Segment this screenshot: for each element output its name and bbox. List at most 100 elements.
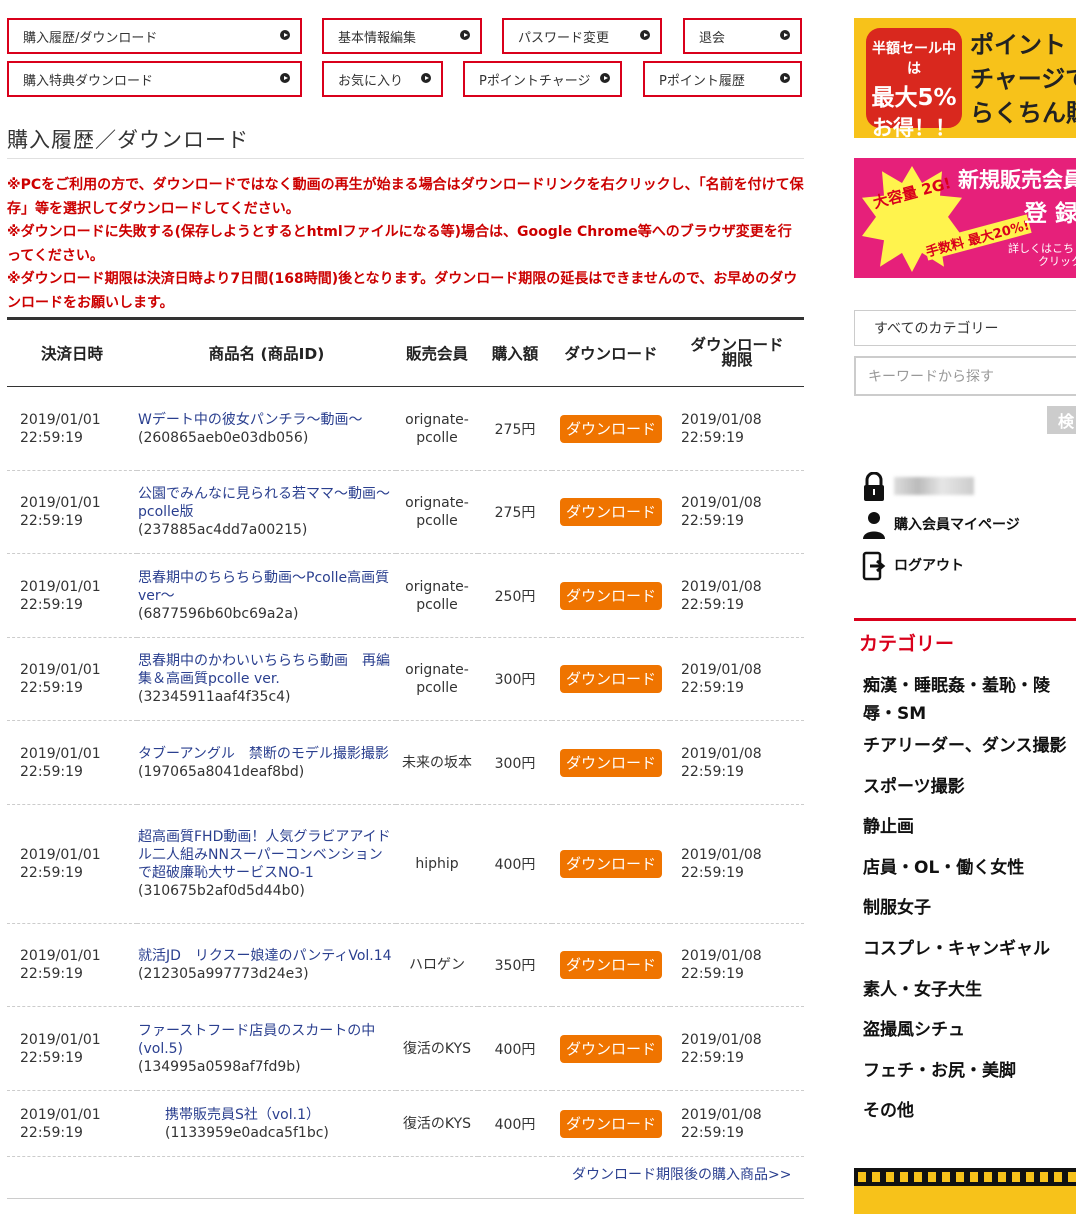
product-link[interactable]: 就活JD リクスー娘達のパンティVol.14	[138, 947, 395, 965]
logout-link[interactable]: ログアウト	[862, 551, 964, 581]
film-hole	[1026, 1172, 1034, 1182]
title-divider	[7, 158, 804, 159]
username-row	[862, 471, 974, 501]
category-item[interactable]: 素人・女子大生	[863, 977, 1076, 1018]
film-hole	[872, 1172, 880, 1182]
download-expiry: 2019/01/08 22:59:19	[670, 720, 804, 805]
download-button[interactable]: ダウンロード	[559, 414, 662, 443]
category-item[interactable]: チアリーダー、ダンス撮影	[863, 733, 1076, 774]
category-item[interactable]: 制服女子	[863, 895, 1076, 936]
header-product: 商品名 (商品ID)	[137, 317, 396, 387]
film-hole	[970, 1172, 978, 1182]
logout-icon	[862, 551, 886, 581]
product-link[interactable]: Wデート中の彼女パンチラ～動画～	[138, 411, 395, 429]
seller-name: 復活のKYS	[396, 1090, 478, 1157]
download-button[interactable]: ダウンロード	[559, 748, 662, 777]
seller-name: hiphip	[396, 804, 478, 924]
notice-block: ※PCをご利用の方で、ダウンロードではなく動画の再生が始まる場合はダウンロードリ…	[7, 174, 804, 315]
product-link[interactable]: ファーストフード店員のスカートの中(vol.5)	[138, 1022, 395, 1058]
notice-browser: ※ダウンロードに失敗する(保存しようとするとhtmlファイルになる等)場合は、G…	[7, 224, 792, 264]
download-expiry: 2019/01/08 22:59:19	[670, 470, 804, 554]
seller-name: 未来の坂本	[396, 720, 478, 805]
category-item[interactable]: 店員・OL・働く女性	[863, 855, 1076, 896]
purchase-date: 2019/01/01 22:59:19	[7, 804, 137, 924]
expired-purchases-link[interactable]: ダウンロード期限後の購入商品>>	[572, 1164, 791, 1184]
search-button[interactable]: 検	[1047, 406, 1076, 434]
seller-registration-banner[interactable]: 大容量 2G! 手数料 最大20%! 新規販売会員 登 録 詳しくはこちらクリッ…	[854, 158, 1076, 278]
nav-bonus-download[interactable]: 購入特典ダウンロード	[7, 61, 302, 97]
product-link[interactable]: 公園でみんなに見られる若ママ～動画～pcolle版	[138, 485, 395, 521]
notice-deadline: ※ダウンロード期限は決済日時より7日間(168時間)後となります。ダウンロード期…	[7, 271, 798, 311]
download-cell: ダウンロード	[552, 923, 670, 1007]
download-button[interactable]: ダウンロード	[559, 581, 662, 610]
arrow-right-icon	[640, 30, 650, 40]
product-link[interactable]: 思春期中のかわいいちらちら動画 再編集＆高画質pcolle ver.	[138, 652, 395, 688]
nav-edit-profile[interactable]: 基本情報編集	[322, 18, 482, 54]
username-blurred	[894, 477, 974, 495]
product-cell: 公園でみんなに見られる若ママ～動画～pcolle版 (237885ac4dd7a0…	[137, 470, 396, 554]
footer-divider	[7, 1198, 804, 1199]
film-banner[interactable]	[854, 1168, 1076, 1214]
product-id: (32345911aaf4f35c4)	[138, 689, 291, 705]
product-id: (310675b2af0d5d44b0)	[138, 883, 305, 899]
seller-name: orignate-pcolle	[396, 470, 478, 554]
download-cell: ダウンロード	[552, 470, 670, 554]
download-button[interactable]: ダウンロード	[559, 850, 662, 878]
nav-point-charge[interactable]: Pポイントチャージ	[463, 61, 622, 97]
film-hole	[1054, 1172, 1062, 1182]
category-select[interactable]: すべてのカテゴリー	[854, 310, 1076, 346]
product-link[interactable]: タブーアングル 禁断のモデル撮影撮影	[138, 745, 395, 763]
download-expiry: 2019/01/08 22:59:19	[670, 637, 804, 721]
download-cell: ダウンロード	[552, 804, 670, 924]
category-item[interactable]: 痴漢・睡眠姦・羞恥・陵辱・SM	[863, 672, 1076, 733]
download-button[interactable]: ダウンロード	[559, 1109, 662, 1138]
table-row: 2019/01/01 22:59:19 携帯販売員S社（vol.1） (1133959…	[7, 1090, 804, 1157]
mypage-link[interactable]: 購入会員マイページ	[862, 510, 1020, 539]
notice-right-click: ※PCをご利用の方で、ダウンロードではなく動画の再生が始まる場合はダウンロードリ…	[7, 177, 804, 217]
product-link[interactable]: 思春期中のちらちら動画～Pcolle高画質ver～	[138, 569, 395, 605]
product-id: (197065a8041deaf8bd)	[138, 763, 305, 780]
nav-withdraw[interactable]: 退会	[683, 18, 802, 54]
product-cell: ファーストフード店員のスカートの中(vol.5) (134995a0598af7f…	[137, 1006, 396, 1091]
nav-change-password[interactable]: パスワード変更	[502, 18, 662, 54]
category-item[interactable]: 静止画	[863, 814, 1076, 855]
film-hole	[956, 1172, 964, 1182]
nav-point-history[interactable]: Pポイント履歴	[643, 61, 802, 97]
film-hole	[900, 1172, 908, 1182]
download-button[interactable]: ダウンロード	[559, 951, 662, 979]
download-expiry: 2019/01/08 22:59:19	[670, 386, 804, 471]
category-item[interactable]: その他	[863, 1098, 1076, 1139]
nav-purchase-history[interactable]: 購入履歴/ダウンロード	[7, 18, 302, 54]
product-link[interactable]: 超高画質FHD動画！人気グラビアアイドル二人組みNNスーパーコンベンションで超破…	[138, 828, 395, 882]
purchase-price: 300円	[478, 720, 552, 805]
point-charge-text: ポイント チャージで らくちん購	[970, 31, 1076, 127]
category-item[interactable]: 盗撮風シチュ	[863, 1017, 1076, 1058]
search-input[interactable]: キーワードから探す	[854, 356, 1076, 396]
table-row: 2019/01/01 22:59:19 公園でみんなに見られる若ママ～動画～pcol…	[7, 470, 804, 554]
table-row: 2019/01/01 22:59:19 ファーストフード店員のスカートの中(vol.…	[7, 1006, 804, 1091]
table-row: 2019/01/01 22:59:19 思春期中のかわいいちらちら動画 再編集＆高画…	[7, 637, 804, 721]
purchase-price: 400円	[478, 804, 552, 924]
arrow-right-icon	[280, 73, 290, 83]
seller-name: ハロゲン	[396, 923, 478, 1007]
download-button[interactable]: ダウンロード	[559, 498, 662, 526]
point-charge-banner[interactable]: 半額セール中は 最大5% お得！！ ポイント チャージで らくちん購	[854, 18, 1076, 138]
product-link[interactable]: 携帯販売員S社（vol.1）	[165, 1106, 395, 1124]
category-item[interactable]: フェチ・お尻・美脚	[863, 1058, 1076, 1099]
download-cell: ダウンロード	[552, 553, 670, 638]
download-button[interactable]: ダウンロード	[559, 1034, 662, 1063]
download-expiry: 2019/01/08 22:59:19	[670, 804, 804, 924]
nav-favorites[interactable]: お気に入り	[322, 61, 443, 97]
table-row: 2019/01/01 22:59:19 思春期中のちらちら動画～Pcolle高画質v…	[7, 553, 804, 638]
film-hole	[1040, 1172, 1048, 1182]
download-button[interactable]: ダウンロード	[559, 665, 662, 693]
product-id: (260865aeb0e03db056)	[138, 429, 309, 446]
category-item[interactable]: スポーツ撮影	[863, 774, 1076, 815]
purchase-date: 2019/01/01 22:59:19	[7, 923, 137, 1007]
product-cell: 携帯販売員S社（vol.1） (1133959e0adca5f1bc)	[137, 1090, 396, 1157]
lock-icon	[862, 471, 886, 501]
category-item[interactable]: コスプレ・キャンギャル	[863, 936, 1076, 977]
table-header-row: 決済日時 商品名 (商品ID) 販売会員 購入額 ダウンロード ダウンロード 期限	[7, 317, 804, 387]
purchase-price: 275円	[478, 470, 552, 554]
arrow-right-icon	[780, 30, 790, 40]
